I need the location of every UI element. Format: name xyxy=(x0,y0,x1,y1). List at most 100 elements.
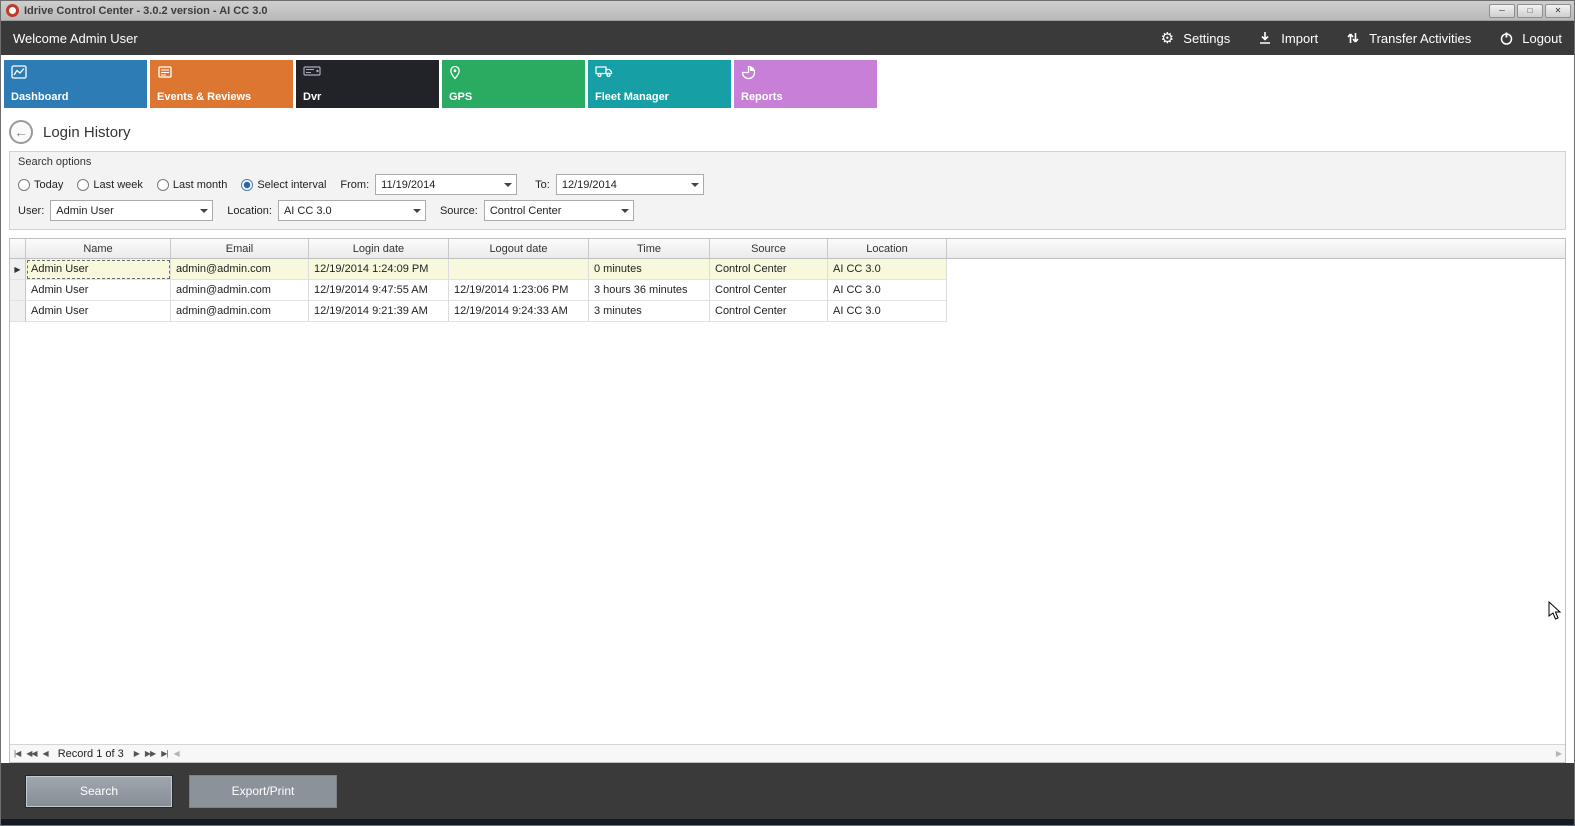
radio-today[interactable]: Today xyxy=(18,179,63,191)
tile-dashboard[interactable]: Dashboard xyxy=(4,60,147,108)
user-combo[interactable]: Admin User xyxy=(50,200,213,221)
column-header-source[interactable]: Source xyxy=(710,239,828,258)
source-label: Source: xyxy=(440,205,478,217)
cell-logout-date[interactable]: 12/19/2014 9:24:33 AM xyxy=(449,301,589,322)
power-icon xyxy=(1497,29,1515,47)
prev-record-button[interactable]: ◀ xyxy=(43,749,48,758)
back-arrow-icon: ← xyxy=(14,124,28,140)
cell-login-date[interactable]: 12/19/2014 9:47:55 AM xyxy=(309,280,449,301)
cell-name[interactable]: Admin User xyxy=(26,301,171,322)
back-button[interactable]: ← xyxy=(9,120,33,144)
tile-reports[interactable]: Reports xyxy=(734,60,877,108)
chevron-down-icon[interactable] xyxy=(617,201,633,220)
tile-gps[interactable]: GPS xyxy=(442,60,585,108)
cell-email[interactable]: admin@admin.com xyxy=(171,280,309,301)
close-button[interactable]: ✕ xyxy=(1545,4,1571,18)
cell-time[interactable]: 3 minutes xyxy=(589,301,710,322)
cell-time[interactable]: 3 hours 36 minutes xyxy=(589,280,710,301)
radio-last-month[interactable]: Last month xyxy=(157,179,227,191)
chevron-down-icon[interactable] xyxy=(196,201,212,220)
settings-label: Settings xyxy=(1183,31,1230,46)
window-controls: ─ □ ✕ xyxy=(1489,4,1571,18)
minimize-button[interactable]: ─ xyxy=(1489,4,1515,18)
truck-icon xyxy=(595,65,724,78)
prev-page-button[interactable]: ◀◀ xyxy=(26,749,36,758)
cell-name[interactable]: Admin User xyxy=(26,280,171,301)
radio-today-input[interactable] xyxy=(18,179,30,191)
logout-label: Logout xyxy=(1522,31,1562,46)
cell-location[interactable]: AI CC 3.0 xyxy=(828,280,947,301)
column-header-location[interactable]: Location xyxy=(828,239,947,258)
to-label: To: xyxy=(535,179,550,191)
settings-button[interactable]: ⚙ Settings xyxy=(1158,29,1230,47)
last-record-button[interactable]: ▶| xyxy=(161,749,167,758)
next-page-button[interactable]: ▶▶ xyxy=(145,749,155,758)
cell-location[interactable]: AI CC 3.0 xyxy=(828,301,947,322)
table-row[interactable]: Admin User admin@admin.com 12/19/2014 9:… xyxy=(10,280,1565,301)
cell-source[interactable]: Control Center xyxy=(710,280,828,301)
import-button[interactable]: Import xyxy=(1256,29,1318,47)
cell-location[interactable]: AI CC 3.0 xyxy=(828,259,947,280)
cell-email[interactable]: admin@admin.com xyxy=(171,259,309,280)
radio-last-week[interactable]: Last week xyxy=(77,179,143,191)
row-indicator-icon: ▶ xyxy=(10,259,26,280)
table-row[interactable]: ▶ Admin User admin@admin.com 12/19/2014 … xyxy=(10,259,1565,280)
transfer-activities-button[interactable]: Transfer Activities xyxy=(1344,29,1471,47)
column-header-name[interactable]: Name xyxy=(26,239,171,258)
cell-login-date[interactable]: 12/19/2014 1:24:09 PM xyxy=(309,259,449,280)
cell-email[interactable]: admin@admin.com xyxy=(171,301,309,322)
gears-icon: ⚙ xyxy=(1158,29,1176,47)
chevron-down-icon[interactable] xyxy=(409,201,425,220)
column-header-login-date[interactable]: Login date xyxy=(309,239,449,258)
cell-logout-date[interactable] xyxy=(449,259,589,280)
from-date-combo[interactable]: 11/19/2014 xyxy=(375,174,517,195)
to-date-value: 12/19/2014 xyxy=(562,179,617,191)
page-title: Login History xyxy=(43,124,131,141)
column-header-time[interactable]: Time xyxy=(589,239,710,258)
mouse-cursor xyxy=(1548,601,1562,621)
module-tiles: Dashboard Events & Reviews Dvr GPS Fleet… xyxy=(1,55,1574,113)
radio-last-month-input[interactable] xyxy=(157,179,169,191)
column-header-logout-date[interactable]: Logout date xyxy=(449,239,589,258)
chevron-down-icon[interactable] xyxy=(500,175,516,194)
radio-last-week-input[interactable] xyxy=(77,179,89,191)
nav-actions: ⚙ Settings Import Transfer Activities L xyxy=(1158,29,1562,47)
logout-button[interactable]: Logout xyxy=(1497,29,1562,47)
export-print-button[interactable]: Export/Print xyxy=(189,775,337,808)
cell-login-date[interactable]: 12/19/2014 9:21:39 AM xyxy=(309,301,449,322)
titlebar: Idrive Control Center - 3.0.2 version - … xyxy=(1,1,1574,21)
next-record-button[interactable]: ▶ xyxy=(134,749,139,758)
tile-fleet-manager[interactable]: Fleet Manager xyxy=(588,60,731,108)
row-indicator-header xyxy=(10,239,26,258)
cell-source[interactable]: Control Center xyxy=(710,259,828,280)
tile-dvr[interactable]: Dvr xyxy=(296,60,439,108)
tile-events-reviews[interactable]: Events & Reviews xyxy=(150,60,293,108)
chevron-down-icon[interactable] xyxy=(687,175,703,194)
radio-select-interval-input[interactable] xyxy=(241,179,253,191)
top-navbar: Welcome Admin User ⚙ Settings Import Tra… xyxy=(1,21,1574,55)
scroll-left-icon[interactable]: ◀ xyxy=(173,749,178,758)
table-row[interactable]: Admin User admin@admin.com 12/19/2014 9:… xyxy=(10,301,1565,322)
search-button[interactable]: Search xyxy=(25,775,173,808)
login-history-grid: Name Email Login date Logout date Time S… xyxy=(9,238,1566,763)
source-combo[interactable]: Control Center xyxy=(484,200,634,221)
to-date-combo[interactable]: 12/19/2014 xyxy=(556,174,704,195)
row-indicator xyxy=(10,301,26,322)
column-header-email[interactable]: Email xyxy=(171,239,309,258)
tile-label: Events & Reviews xyxy=(157,91,286,103)
first-record-button[interactable]: |◀ xyxy=(14,749,20,758)
cell-logout-date[interactable]: 12/19/2014 1:23:06 PM xyxy=(449,280,589,301)
app-logo-icon xyxy=(6,4,19,17)
maximize-button[interactable]: □ xyxy=(1517,4,1543,18)
cell-name[interactable]: Admin User xyxy=(26,259,171,280)
clipboard-icon xyxy=(157,65,286,79)
window-title: Idrive Control Center - 3.0.2 version - … xyxy=(24,5,268,17)
scroll-right-icon[interactable]: ▶ xyxy=(1556,749,1561,758)
cell-time[interactable]: 0 minutes xyxy=(589,259,710,280)
location-combo[interactable]: AI CC 3.0 xyxy=(278,200,426,221)
horizontal-scrollbar[interactable]: ◀ ▶ xyxy=(173,749,1561,758)
location-value: AI CC 3.0 xyxy=(284,205,332,217)
radio-select-interval[interactable]: Select interval xyxy=(241,179,326,191)
cell-source[interactable]: Control Center xyxy=(710,301,828,322)
radio-today-label: Today xyxy=(34,179,63,191)
